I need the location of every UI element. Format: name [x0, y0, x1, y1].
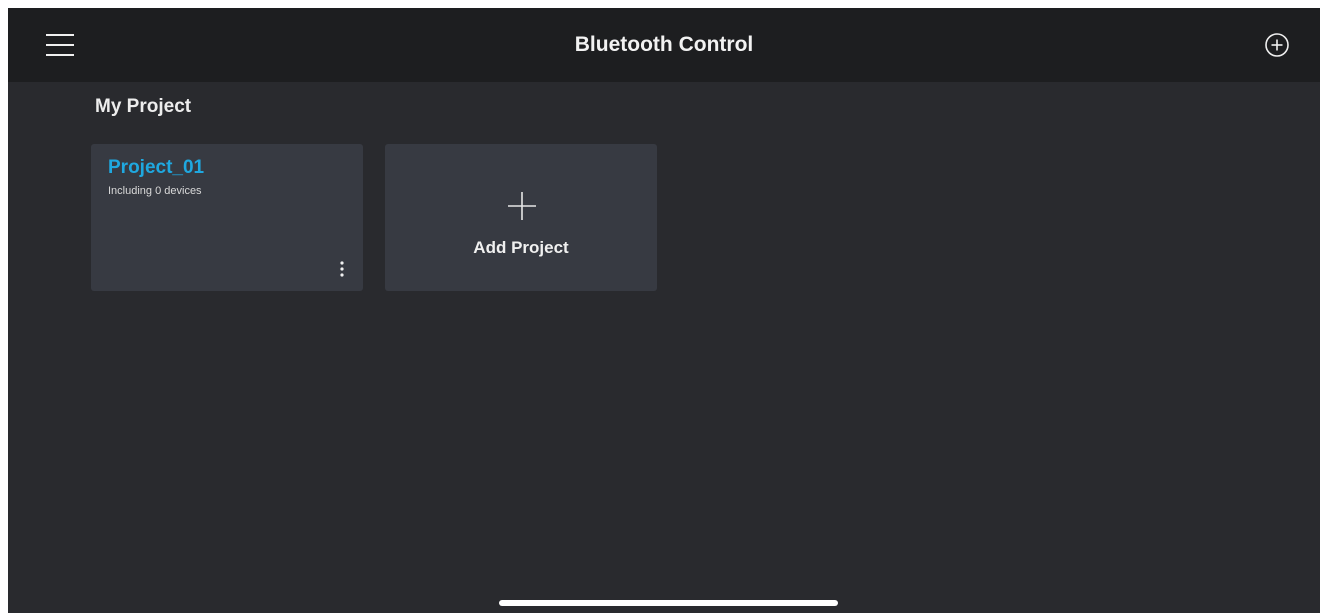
plus-icon [506, 190, 538, 222]
more-options-button[interactable] [333, 258, 351, 282]
add-button[interactable] [1264, 32, 1290, 58]
app-screen: Bluetooth Control My Project Project_01 … [8, 8, 1320, 613]
add-project-label: Add Project [473, 238, 569, 257]
project-name: Project_01 [108, 157, 205, 178]
hamburger-menu-icon [46, 34, 74, 56]
project-card[interactable]: Project_01 Including 0 devices [91, 144, 363, 291]
app-title: Bluetooth Control [574, 33, 754, 56]
top-bar: Bluetooth Control [8, 8, 1320, 82]
more-vertical-icon [340, 261, 344, 277]
project-device-count: Including 0 devices [108, 185, 202, 197]
add-project-card[interactable]: Add Project [385, 144, 657, 291]
add-circle-icon [1265, 33, 1289, 57]
home-indicator[interactable] [499, 600, 838, 606]
section-title: My Project [95, 96, 192, 117]
menu-button[interactable] [42, 30, 78, 60]
